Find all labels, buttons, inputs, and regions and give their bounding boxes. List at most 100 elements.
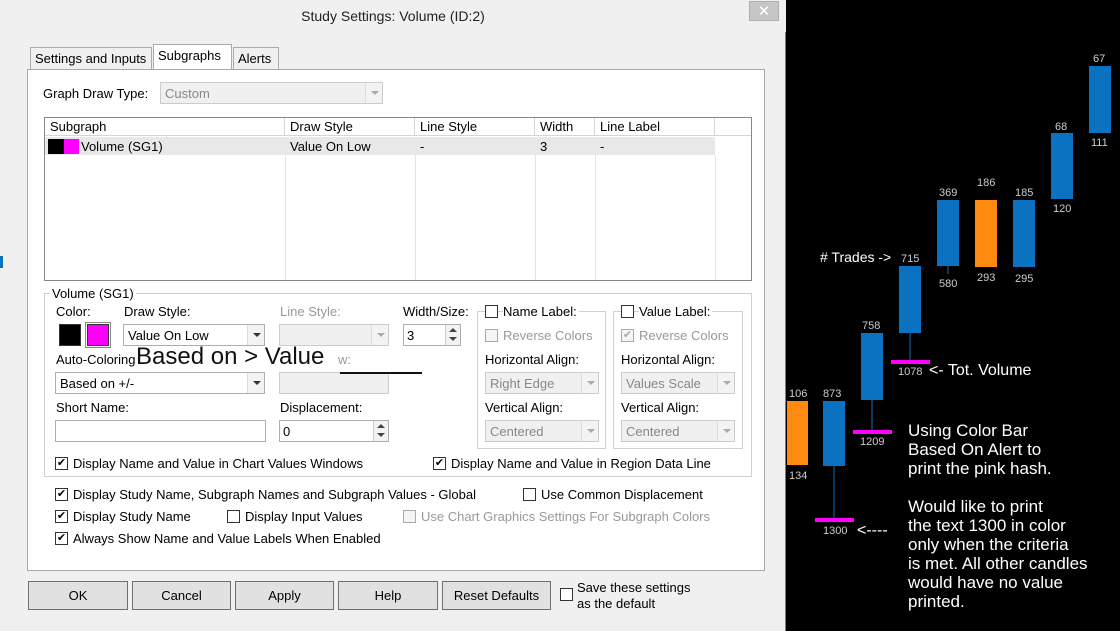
note-1-line: Using Color Bar — [908, 421, 1028, 440]
graph-draw-type-value: Custom — [165, 86, 210, 101]
tab-subgraphs[interactable]: Subgraphs — [153, 44, 232, 69]
study-name-label: Display Study Name — [73, 509, 191, 524]
input-values-checkbox[interactable] — [227, 510, 240, 523]
value-h-align-select[interactable]: Values Scale — [621, 372, 735, 394]
note-2-line: printed. — [908, 592, 965, 611]
candle-9-top-label: 67 — [1093, 53, 1105, 65]
note-1: Using Color Bar Based On Alert to print … — [908, 421, 1052, 478]
grid-cell-line-style[interactable]: - — [415, 137, 535, 155]
section-title: Volume (SG1) — [50, 286, 136, 301]
short-name-input[interactable] — [55, 420, 266, 442]
annotation-text: Based on > Value — [136, 343, 325, 370]
value-h-align-value: Values Scale — [626, 376, 701, 391]
chart-values-checkbox[interactable]: ✔ — [55, 457, 68, 470]
auto-coloring-label: Auto-Coloring — [56, 352, 136, 367]
color-label: Color: — [56, 304, 91, 319]
candle-4-bottom-label: 1078 — [898, 366, 922, 378]
auto-coloring-select[interactable]: Based on +/- — [55, 372, 265, 394]
candle-3-bottom-label: 1209 — [860, 436, 884, 448]
save-default-checkbox[interactable] — [560, 588, 573, 601]
candle-1 — [787, 401, 808, 465]
draw-style-value: Value On Low — [128, 328, 209, 343]
grid-divider — [715, 155, 716, 280]
common-displacement-checkbox[interactable] — [523, 488, 536, 501]
displacement-stepper[interactable]: 0 — [279, 420, 389, 442]
color-button-primary[interactable] — [59, 324, 81, 346]
value-horizontal-align-label: Horizontal Align: — [621, 352, 715, 367]
short-name-label: Short Name: — [56, 400, 129, 415]
candle-5 — [937, 200, 959, 266]
chevron-down-icon — [247, 325, 264, 345]
region-data-checkbox[interactable]: ✔ — [433, 457, 446, 470]
chevron-down-icon — [371, 325, 388, 345]
candle-4-hash — [891, 360, 930, 364]
edge-bar-marker — [0, 256, 3, 268]
ok-button[interactable]: OK — [28, 581, 128, 610]
help-button[interactable]: Help — [338, 581, 438, 610]
note-2: Would like to print the text 1300 in col… — [908, 497, 1088, 611]
grid-header-line-label[interactable]: Line Label — [595, 118, 715, 136]
grid-header-width[interactable]: Width — [535, 118, 595, 136]
name-label-checkbox[interactable] — [485, 305, 498, 318]
candle-2-bottom-label: 1300 — [823, 525, 847, 537]
input-values-label: Display Input Values — [245, 509, 363, 524]
name-label-text: Name Label: — [503, 304, 579, 319]
grid-header-line-style[interactable]: Line Style — [415, 118, 535, 136]
color-button-secondary[interactable] — [85, 322, 111, 348]
tab-settings-and-inputs[interactable]: Settings and Inputs — [30, 47, 152, 69]
name-v-align-value: Centered — [490, 424, 544, 439]
vertical-align-label: Vertical Align: — [485, 400, 564, 415]
candle-5-bottom-label: 580 — [939, 278, 957, 290]
trades-annotation: # Trades -> — [820, 249, 892, 265]
candle-6 — [975, 200, 997, 267]
value-label-checkbox[interactable] — [621, 305, 634, 318]
close-button[interactable]: ✕ — [749, 1, 779, 21]
global-checkbox[interactable]: ✔ — [55, 488, 68, 501]
value-reverse-colors-checkbox[interactable]: ✔ — [621, 329, 634, 342]
save-default-label-line1: Save these settings — [577, 580, 691, 595]
value-v-align-select[interactable]: Centered — [621, 420, 735, 442]
candle-7-top-label: 185 — [1015, 187, 1033, 199]
chart-graphics-checkbox[interactable] — [403, 510, 416, 523]
auto-coloring-value: Based on +/- — [60, 376, 135, 391]
spin-icon[interactable] — [373, 421, 388, 441]
cancel-button[interactable]: Cancel — [132, 581, 231, 610]
spin-icon[interactable] — [445, 325, 460, 345]
annotation-underline — [340, 372, 422, 374]
always-show-checkbox[interactable]: ✔ — [55, 532, 68, 545]
note-2-line: would have no value — [908, 573, 1064, 592]
candle-6-bottom-label: 293 — [977, 272, 995, 284]
note-2-line: is met. All other candles — [908, 554, 1088, 573]
tab-alerts[interactable]: Alerts — [233, 47, 279, 69]
chevron-down-icon — [247, 373, 264, 393]
reverse-colors-checkbox[interactable] — [485, 329, 498, 342]
width-size-value: 3 — [407, 328, 415, 343]
reset-defaults-button[interactable]: Reset Defaults — [442, 581, 551, 610]
study-name-checkbox[interactable]: ✔ — [55, 510, 68, 523]
value-v-align-value: Centered — [626, 424, 680, 439]
title-bar[interactable]: Study Settings: Volume (ID:2) ✕ — [0, 0, 786, 32]
graph-draw-type-select[interactable]: Custom — [160, 82, 383, 104]
grid-header-subgraph[interactable]: Subgraph — [45, 118, 285, 136]
grid-cell-draw-style[interactable]: Value On Low — [285, 137, 415, 155]
candle-8 — [1051, 133, 1073, 199]
grid-cell-width[interactable]: 3 — [535, 137, 595, 155]
name-h-align-select[interactable]: Right Edge — [485, 372, 599, 394]
value-reverse-colors-label: Reverse Colors — [639, 328, 729, 343]
global-label: Display Study Name, Subgraph Names and S… — [73, 487, 476, 502]
common-displacement-label: Use Common Displacement — [541, 487, 703, 502]
value-label-text: Value Label: — [639, 304, 713, 319]
subgraph-grid[interactable]: Subgraph Draw Style Line Style Width Lin… — [44, 117, 752, 281]
name-h-align-value: Right Edge — [490, 376, 555, 391]
width-size-stepper[interactable]: 3 — [403, 324, 461, 346]
grid-header-draw-style[interactable]: Draw Style — [285, 118, 415, 136]
chevron-down-icon — [365, 83, 382, 103]
apply-button[interactable]: Apply — [235, 581, 334, 610]
always-show-label: Always Show Name and Value Labels When E… — [73, 531, 381, 546]
grid-cell-line-label[interactable]: - — [595, 137, 715, 155]
name-v-align-select[interactable]: Centered — [485, 420, 599, 442]
horizontal-align-label: Horizontal Align: — [485, 352, 579, 367]
disabled-input[interactable] — [279, 372, 389, 394]
grid-cell-subgraph[interactable]: Volume (SG1) — [45, 137, 285, 155]
chevron-down-icon — [717, 373, 734, 393]
